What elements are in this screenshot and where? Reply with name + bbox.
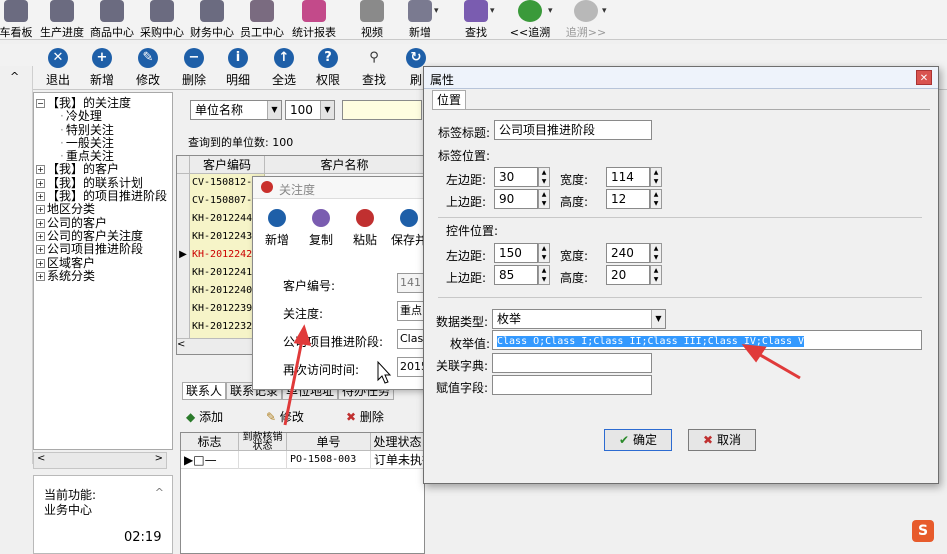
annotation-arrows <box>283 324 801 426</box>
arrow-to-field <box>283 324 312 426</box>
watermark-logo-icon: S <box>912 520 934 542</box>
arrow-to-enum <box>741 344 801 380</box>
mouse-cursor <box>377 360 392 384</box>
